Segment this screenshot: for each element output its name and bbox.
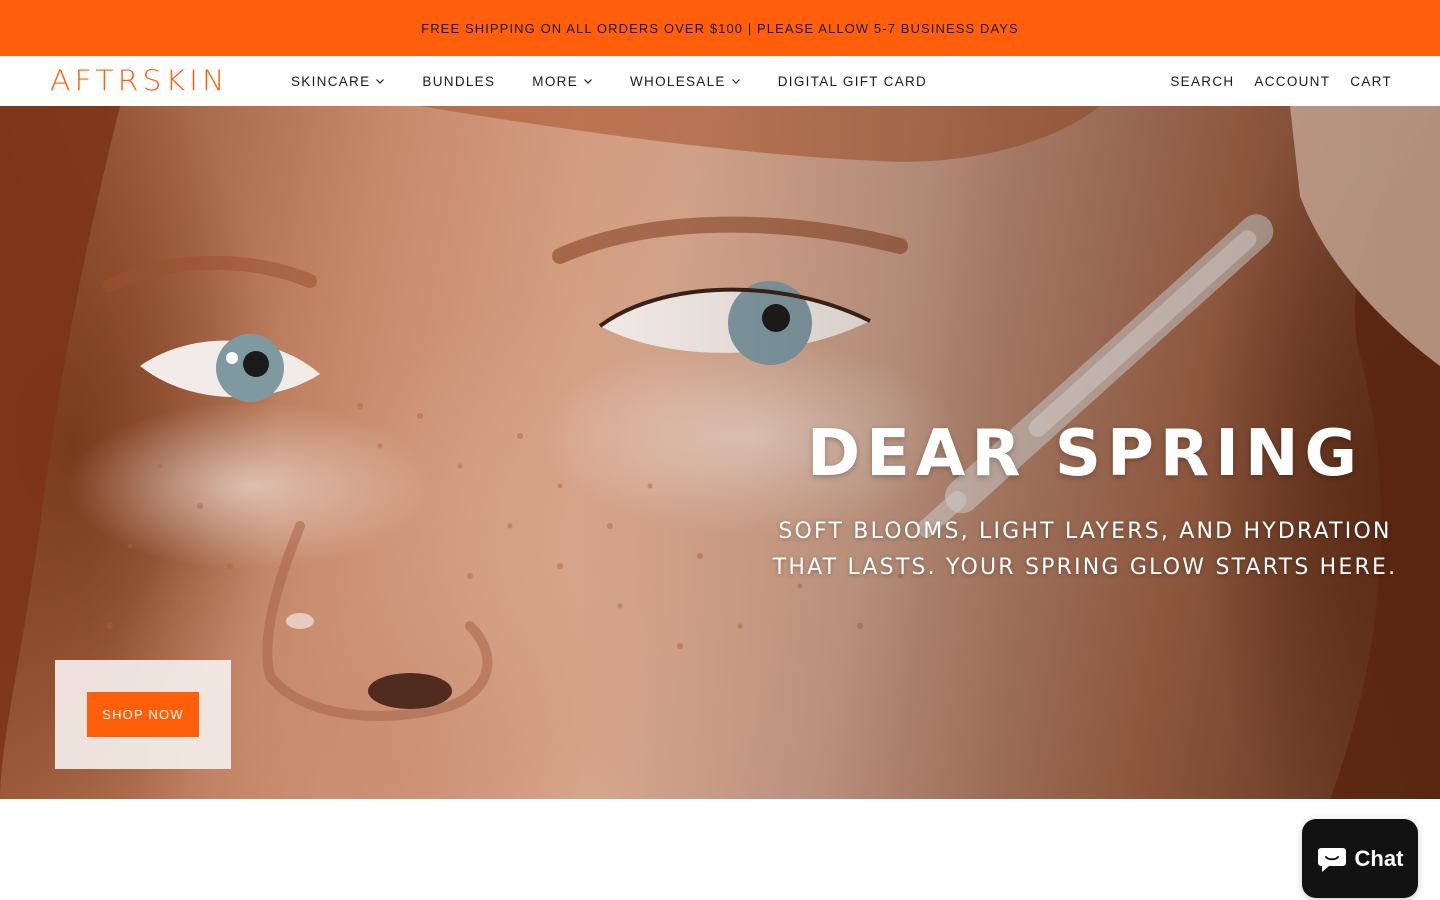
brand-logo[interactable]: AFTRSKIN (50, 66, 252, 98)
logo-wordmark: AFTRSKIN (50, 64, 229, 99)
announcement-bar: FREE SHIPPING ON ALL ORDERS OVER $100 | … (0, 0, 1440, 56)
nav-item-wholesale[interactable]: WHOLESALE (630, 56, 741, 106)
chevron-down-icon (731, 76, 741, 86)
chevron-down-icon (375, 76, 385, 86)
search-link[interactable]: SEARCH (1170, 74, 1234, 89)
site-header: AFTRSKIN SKINCARE BUNDLES MORE WHOLESALE… (0, 56, 1440, 106)
chat-label: Chat (1354, 845, 1404, 871)
hero-title: DEAR SPRING (806, 417, 1364, 491)
nav-item-label: SKINCARE (291, 73, 371, 89)
chevron-down-icon (583, 76, 593, 86)
nav-item-bundles[interactable]: BUNDLES (422, 56, 495, 106)
nav-item-skincare[interactable]: SKINCARE (291, 56, 385, 106)
nav-item-more[interactable]: MORE (532, 56, 593, 106)
nav-item-label: BUNDLES (422, 73, 496, 89)
cart-link[interactable]: CART (1350, 74, 1392, 89)
chat-widget-button[interactable]: Chat (1302, 819, 1418, 898)
nav-item-digital-gift-card[interactable]: DIGITAL GIFT CARD (778, 56, 927, 106)
nav-item-label: MORE (532, 73, 578, 89)
announcement-text: FREE SHIPPING ON ALL ORDERS OVER $100 | … (421, 20, 1019, 36)
utility-nav: SEARCH ACCOUNT CART (1150, 56, 1392, 106)
hero-subtitle: SOFT BLOOMS, LIGHT LAYERS, AND HYDRATION… (772, 519, 1398, 580)
nav-item-label: WHOLESALE (630, 73, 726, 89)
hero-cta-panel: SHOP NOW (55, 660, 231, 769)
chat-bubble-icon (1317, 847, 1346, 872)
main-nav: SKINCARE BUNDLES MORE WHOLESALE DIGITAL … (291, 56, 964, 106)
nav-item-label: DIGITAL GIFT CARD (777, 73, 928, 89)
hero-banner: DEAR SPRING SOFT BLOOMS, LIGHT LAYERS, A… (0, 106, 1440, 799)
shop-now-button[interactable]: SHOP NOW (87, 692, 199, 737)
account-link[interactable]: ACCOUNT (1254, 74, 1330, 89)
